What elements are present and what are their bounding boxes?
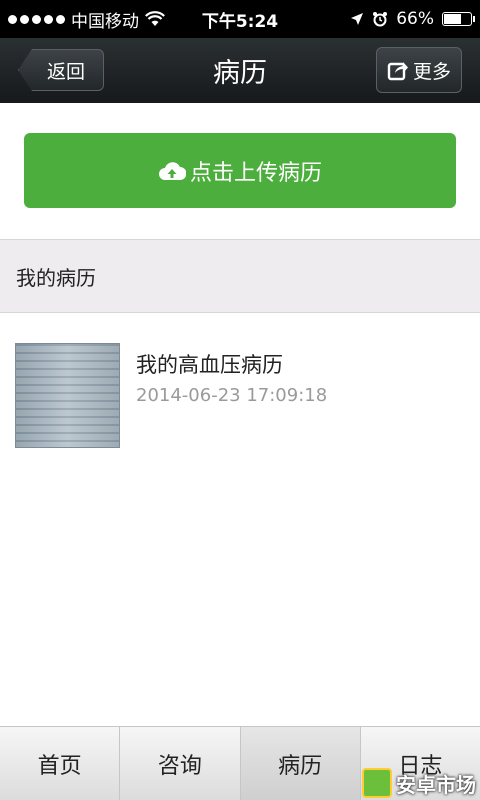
- tab-home-label: 首页: [37, 753, 82, 779]
- battery-icon: [442, 12, 475, 26]
- upload-record-button[interactable]: 点击上传病历: [24, 133, 456, 208]
- alarm-clock-icon: [373, 12, 388, 27]
- upload-record-label: 点击上传病历: [189, 160, 322, 186]
- list-item[interactable]: 我的高血压病历 2014-06-23 17:09:18: [0, 313, 480, 463]
- watermark-text: 安卓市场: [396, 772, 476, 797]
- wifi-icon: [145, 11, 165, 26]
- tab-records[interactable]: 病历: [240, 727, 361, 800]
- upload-area: 点击上传病历: [0, 103, 480, 239]
- status-left: 中国移动: [8, 7, 178, 32]
- tab-consult[interactable]: 咨询: [120, 727, 241, 800]
- record-date: 2014-06-23 17:09:18: [136, 385, 328, 406]
- section-header: 我的病历: [0, 239, 480, 313]
- section-title: 我的病历: [16, 265, 96, 290]
- location-arrow-icon: [351, 13, 364, 25]
- more-button[interactable]: 更多: [376, 47, 462, 93]
- nav-bar: 返回 病历 更多: [0, 38, 480, 103]
- battery-level-fill: [444, 14, 462, 24]
- status-bar: 中国移动 下午5:24 66%: [0, 0, 480, 38]
- cloud-upload-icon: [158, 161, 186, 180]
- signal-strength-icon: [8, 14, 65, 24]
- status-right: 66%: [302, 9, 475, 29]
- tab-home[interactable]: 首页: [0, 727, 121, 800]
- watermark: 安卓市场: [362, 768, 476, 798]
- back-button[interactable]: 返回: [18, 49, 104, 91]
- share-icon: [387, 62, 408, 81]
- carrier-name: 中国移动: [71, 11, 139, 32]
- back-button-label: 返回: [46, 60, 85, 83]
- more-button-label: 更多: [412, 60, 451, 83]
- record-thumbnail: [15, 343, 120, 448]
- record-title: 我的高血压病历: [136, 353, 283, 377]
- battery-percent: 66%: [396, 9, 434, 29]
- tab-records-label: 病历: [278, 753, 323, 779]
- status-time: 下午5:24: [201, 11, 279, 32]
- tab-consult-label: 咨询: [157, 753, 202, 779]
- watermark-logo-icon: [362, 768, 392, 798]
- page-title: 病历: [213, 58, 267, 89]
